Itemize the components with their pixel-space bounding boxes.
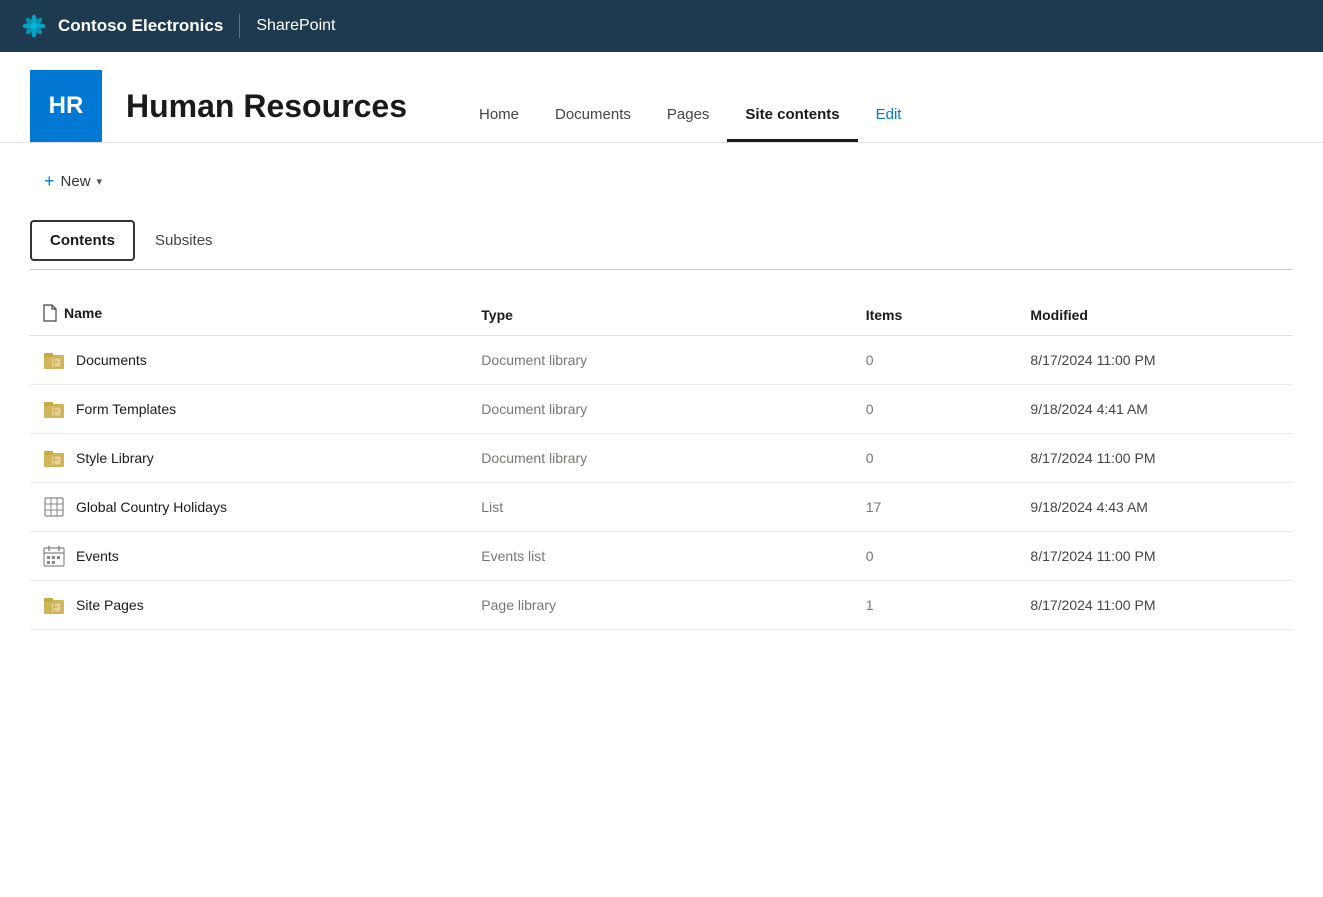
- contoso-icon: [20, 12, 48, 40]
- new-button-label: New: [61, 173, 91, 190]
- site-logo: HR: [30, 70, 102, 142]
- cell-items-4: 0: [854, 532, 1019, 581]
- item-name-3[interactable]: Global Country Holidays: [76, 499, 227, 515]
- cell-modified-3: 9/18/2024 4:43 AM: [1018, 483, 1293, 532]
- col-header-name: Name: [30, 294, 469, 336]
- cell-modified-4: 8/17/2024 11:00 PM: [1018, 532, 1293, 581]
- item-count-0: 0: [866, 352, 874, 368]
- cell-items-2: 0: [854, 434, 1019, 483]
- item-type-3: List: [481, 499, 503, 515]
- nav-home[interactable]: Home: [461, 70, 537, 142]
- tab-subsites[interactable]: Subsites: [135, 220, 233, 261]
- item-type-1: Document library: [481, 401, 587, 417]
- col-header-items: Items: [854, 294, 1019, 336]
- item-modified-3: 9/18/2024 4:43 AM: [1030, 499, 1148, 515]
- item-name-0[interactable]: Documents: [76, 352, 147, 368]
- item-count-1: 0: [866, 401, 874, 417]
- item-type-4: Events list: [481, 548, 545, 564]
- brand-logo[interactable]: Contoso Electronics: [20, 12, 223, 40]
- item-count-4: 0: [866, 548, 874, 564]
- table-row: Documents Document library 0 8/17/2024 1…: [30, 336, 1293, 385]
- item-icon-3: [42, 495, 66, 519]
- cell-name-3: Global Country Holidays: [30, 483, 469, 532]
- table-row: Global Country Holidays List 17 9/18/202…: [30, 483, 1293, 532]
- contents-table: Name Type Items Modified Documents: [30, 294, 1293, 630]
- tab-contents[interactable]: Contents: [30, 220, 135, 261]
- col-header-modified: Modified: [1018, 294, 1293, 336]
- tabs: Contents Subsites: [30, 220, 1293, 261]
- site-header: HR Human Resources Home Documents Pages …: [0, 52, 1323, 143]
- main-content: + New ▾ Contents Subsites Name: [0, 143, 1323, 650]
- item-type-5: Page library: [481, 597, 556, 613]
- cell-items-1: 0: [854, 385, 1019, 434]
- cell-type-5: Page library: [469, 581, 853, 630]
- cell-name-1: Form Templates: [30, 385, 469, 434]
- nav-documents[interactable]: Documents: [537, 70, 649, 142]
- item-icon-2: [42, 446, 66, 470]
- cell-type-4: Events list: [469, 532, 853, 581]
- item-count-2: 0: [866, 450, 874, 466]
- item-modified-2: 8/17/2024 11:00 PM: [1030, 450, 1155, 466]
- item-icon-0: [42, 348, 66, 372]
- cell-type-3: List: [469, 483, 853, 532]
- item-count-5: 1: [866, 597, 874, 613]
- item-name-5[interactable]: Site Pages: [76, 597, 144, 613]
- nav-edit[interactable]: Edit: [858, 70, 920, 142]
- item-type-2: Document library: [481, 450, 587, 466]
- site-nav: Home Documents Pages Site contents Edit: [461, 70, 919, 142]
- item-icon-1: [42, 397, 66, 421]
- cell-modified-2: 8/17/2024 11:00 PM: [1018, 434, 1293, 483]
- cell-type-1: Document library: [469, 385, 853, 434]
- cell-name-0: Documents: [30, 336, 469, 385]
- cell-items-5: 1: [854, 581, 1019, 630]
- plus-icon: +: [44, 171, 55, 192]
- item-modified-4: 8/17/2024 11:00 PM: [1030, 548, 1155, 564]
- item-icon-5: [42, 593, 66, 617]
- item-modified-0: 8/17/2024 11:00 PM: [1030, 352, 1155, 368]
- item-name-1[interactable]: Form Templates: [76, 401, 176, 417]
- table-row: Events Events list 0 8/17/2024 11:00 PM: [30, 532, 1293, 581]
- cell-type-0: Document library: [469, 336, 853, 385]
- cell-name-5: Site Pages: [30, 581, 469, 630]
- cell-type-2: Document library: [469, 434, 853, 483]
- cell-name-4: Events: [30, 532, 469, 581]
- item-name-2[interactable]: Style Library: [76, 450, 154, 466]
- item-name-4[interactable]: Events: [76, 548, 119, 564]
- item-modified-5: 8/17/2024 11:00 PM: [1030, 597, 1155, 613]
- nav-site-contents[interactable]: Site contents: [727, 70, 857, 142]
- doc-header-icon: [42, 304, 58, 322]
- tab-divider: [30, 269, 1293, 270]
- item-type-0: Document library: [481, 352, 587, 368]
- cell-modified-0: 8/17/2024 11:00 PM: [1018, 336, 1293, 385]
- table-row: Site Pages Page library 1 8/17/2024 11:0…: [30, 581, 1293, 630]
- top-bar: Contoso Electronics SharePoint: [0, 0, 1323, 52]
- item-modified-1: 9/18/2024 4:41 AM: [1030, 401, 1148, 417]
- site-title: Human Resources: [126, 88, 407, 125]
- cell-items-0: 0: [854, 336, 1019, 385]
- app-name: SharePoint: [256, 17, 335, 35]
- table-row: Form Templates Document library 0 9/18/2…: [30, 385, 1293, 434]
- cell-modified-1: 9/18/2024 4:41 AM: [1018, 385, 1293, 434]
- item-icon-4: [42, 544, 66, 568]
- cell-modified-5: 8/17/2024 11:00 PM: [1018, 581, 1293, 630]
- cell-items-3: 17: [854, 483, 1019, 532]
- item-count-3: 17: [866, 499, 882, 515]
- new-button[interactable]: + New ▾: [30, 163, 116, 200]
- cell-name-2: Style Library: [30, 434, 469, 483]
- nav-pages[interactable]: Pages: [649, 70, 728, 142]
- caret-icon: ▾: [97, 175, 103, 188]
- brand-name: Contoso Electronics: [58, 16, 223, 36]
- top-bar-divider: [239, 14, 240, 38]
- table-row: Style Library Document library 0 8/17/20…: [30, 434, 1293, 483]
- col-header-type: Type: [469, 294, 853, 336]
